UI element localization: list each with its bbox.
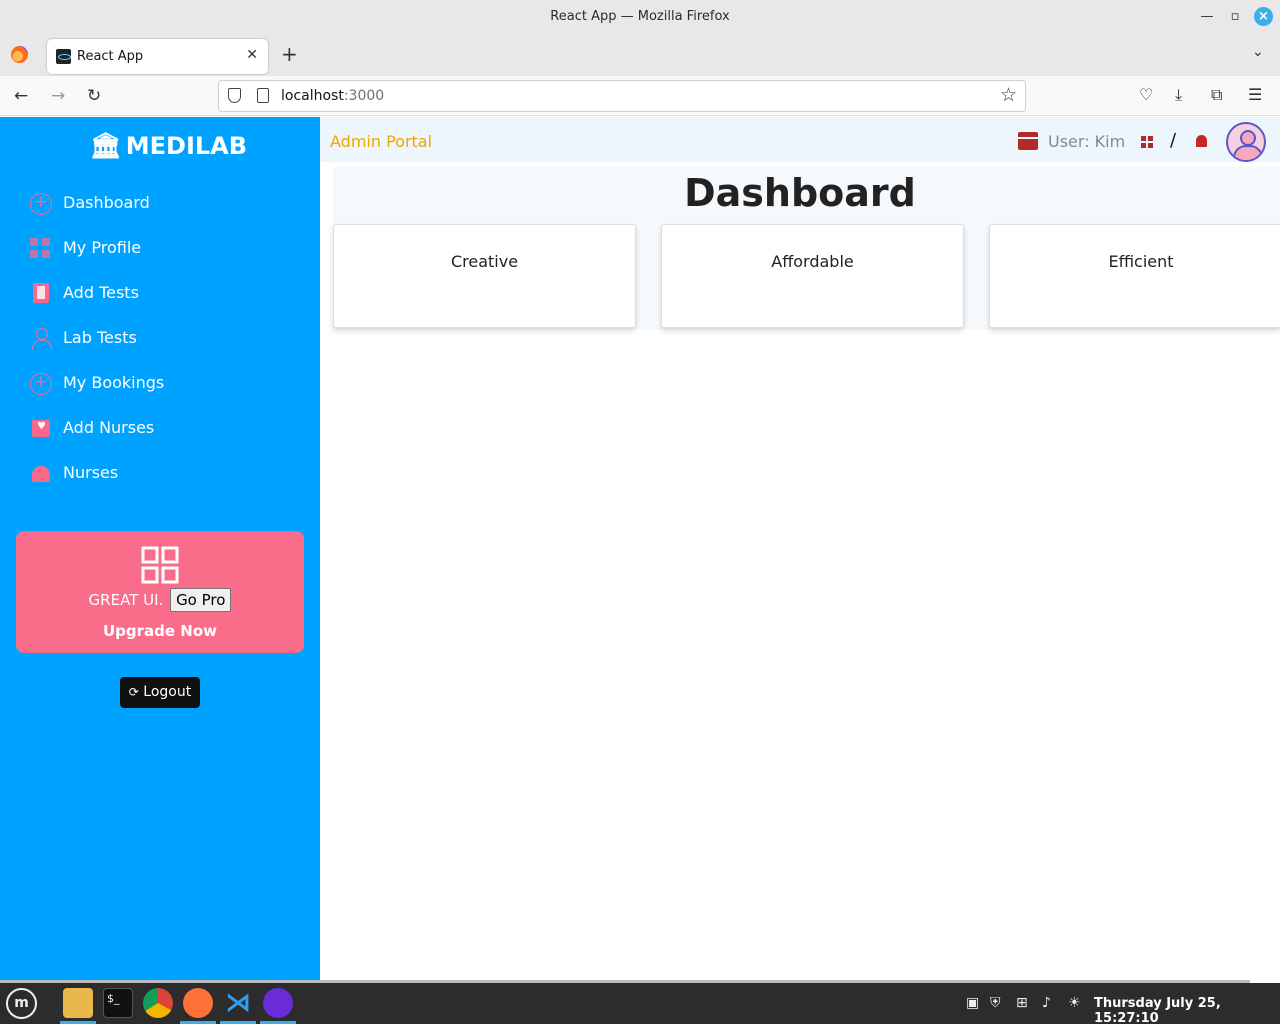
sidebar-item-add-nurses[interactable]: Add Nurses [30, 414, 290, 444]
sidebar-item-label: Nurses [63, 463, 119, 482]
app-header: Admin Portal User: Kim / [320, 117, 1280, 162]
extensions-icon[interactable]: ⧉ [1211, 85, 1222, 105]
bookmark-star-icon[interactable]: ☆ [1000, 84, 1017, 106]
grid-icon [30, 238, 52, 260]
clock[interactable]: Thursday July 25, 15:27:10 [1094, 996, 1280, 1026]
brand[interactable]: 🏛 MEDILAB [90, 131, 247, 161]
alarm-icon [32, 466, 50, 482]
brand-name: MEDILAB [125, 132, 248, 160]
person-icon [30, 328, 52, 350]
download-icon[interactable]: ⤓ [1175, 85, 1182, 105]
card-label: Efficient [1108, 252, 1174, 271]
grid-icon[interactable] [1141, 136, 1153, 148]
sidebar-item-nurses[interactable]: Nurses [30, 459, 290, 489]
url-port: :3000 [343, 88, 385, 104]
avatar[interactable] [1226, 122, 1266, 162]
promo-text: GREAT UI. [88, 591, 164, 609]
brightness-icon[interactable]: ☀ [1068, 995, 1081, 1011]
navigation-toolbar: ← → ↻ localhost:3000 ☆ ♡ ⤓ ⧉ ☰ [0, 76, 1280, 116]
sidebar-item-label: Lab Tests [63, 328, 137, 347]
chevron-down-icon[interactable]: ⌄ [1252, 44, 1264, 60]
volume-icon[interactable]: ♪ [1042, 995, 1051, 1011]
plus-circle-icon [30, 192, 52, 215]
sidebar-item-my-bookings[interactable]: My Bookings [30, 369, 290, 399]
feature-card: Efficient [989, 224, 1280, 328]
upgrade-now-link[interactable]: Upgrade Now [16, 622, 304, 640]
card-label: Creative [450, 252, 519, 271]
vscode-icon[interactable]: ⋊ [223, 988, 253, 1018]
firefox-taskbar-icon[interactable] [183, 988, 213, 1018]
clipboard-icon[interactable]: ▣ [966, 995, 979, 1011]
feature-card: Creative [333, 224, 636, 328]
chrome-icon[interactable] [143, 988, 173, 1018]
back-icon[interactable]: ← [14, 86, 28, 106]
tab-close-icon[interactable]: ✕ [246, 47, 258, 63]
sidebar-item-label: My Profile [63, 238, 142, 257]
sidebar-item-lab-tests[interactable]: Lab Tests [30, 324, 290, 354]
sidebar-item-label: Add Tests [63, 283, 139, 302]
url-bar[interactable]: localhost:3000 ☆ [218, 80, 1026, 112]
window-titlebar: React App — Mozilla Firefox — ▫ × [0, 0, 1280, 34]
bank-icon: 🏛 [90, 131, 122, 160]
dashboard-section: Dashboard Creative Affordable Efficient [333, 167, 1280, 329]
browser-tab[interactable]: React App ✕ [47, 39, 268, 74]
close-window-icon[interactable]: × [1254, 7, 1273, 26]
taskbar: m $_ ⋊ ▣ ⛨ ⊞ ♪ ☀ Thursday July 25, 15:27… [0, 983, 1280, 1026]
card-label: Affordable [771, 252, 854, 271]
network-icon[interactable]: ⊞ [1016, 995, 1028, 1011]
logout-button[interactable]: ⟳ Logout [120, 677, 200, 708]
plus-circle-icon [30, 372, 52, 395]
window-title: React App — Mozilla Firefox [550, 9, 730, 24]
page-title: Dashboard [684, 171, 916, 215]
tab-title: React App [77, 49, 144, 64]
apps-icon [141, 546, 179, 584]
sidebar-item-my-profile[interactable]: My Profile [30, 234, 290, 264]
user-name: User: Kim [1048, 132, 1126, 151]
terminal-icon[interactable]: $_ [103, 988, 133, 1018]
sidebar-item-dashboard[interactable]: Dashboard [30, 189, 290, 219]
firefox-icon[interactable] [11, 46, 28, 63]
portal-title: Admin Portal [330, 132, 433, 151]
logout-icon: ⟳ [128, 685, 139, 699]
gift-icon [32, 420, 50, 437]
menu-icon[interactable]: ☰ [1248, 85, 1262, 104]
book-icon [33, 283, 49, 303]
sidebar-item-label: Dashboard [63, 193, 150, 212]
separator: / [1170, 130, 1177, 151]
calendar-icon[interactable] [1018, 132, 1038, 150]
mint-menu-icon[interactable]: m [6, 988, 37, 1019]
feature-card: Affordable [661, 224, 964, 328]
page-info-icon[interactable] [257, 88, 269, 103]
react-favicon-icon [56, 49, 71, 64]
reload-icon[interactable]: ↻ [87, 86, 101, 106]
url-text[interactable]: localhost:3000 [281, 88, 384, 104]
promo-card: GREAT UI. Go Pro Upgrade Now [16, 531, 304, 653]
logout-label: Logout [143, 684, 192, 700]
sidebar-item-label: Add Nurses [63, 418, 155, 437]
files-icon[interactable] [63, 988, 93, 1018]
maximize-icon[interactable]: ▫ [1226, 8, 1244, 26]
sidebar-item-add-tests[interactable]: Add Tests [30, 279, 290, 309]
sidebar: 🏛MEDILAB Dashboard My Profile Add Tests … [0, 117, 320, 980]
bell-icon[interactable] [1196, 135, 1207, 147]
tab-bar: React App ✕ + ⌄ [0, 34, 1280, 76]
sidebar-item-label: My Bookings [63, 373, 165, 392]
go-pro-button[interactable]: Go Pro [170, 588, 232, 612]
forward-icon[interactable]: → [51, 86, 65, 106]
new-tab-icon[interactable]: + [281, 42, 298, 66]
url-host: localhost [281, 88, 344, 104]
minimize-icon[interactable]: — [1198, 8, 1216, 26]
shield-tray-icon[interactable]: ⛨ [990, 995, 1001, 1011]
pocket-icon[interactable]: ♡ [1139, 85, 1153, 104]
promo-text-row: GREAT UI. Go Pro [16, 588, 304, 612]
app-icon[interactable] [263, 988, 293, 1018]
shield-icon[interactable] [228, 88, 241, 103]
